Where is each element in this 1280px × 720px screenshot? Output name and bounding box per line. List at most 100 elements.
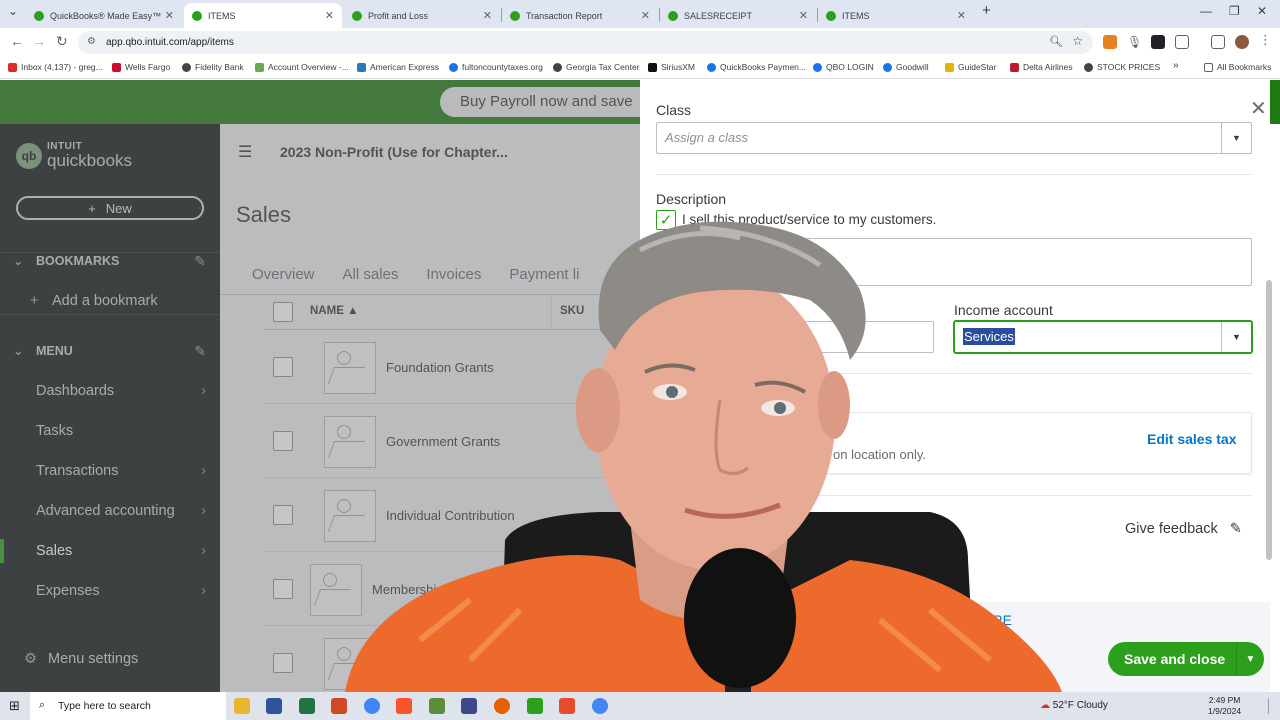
sales-tax-card: Edit sales tax on location only. — [656, 412, 1252, 474]
close-tab-icon[interactable]: ✕ — [641, 9, 650, 22]
taskbar-search[interactable]: ⌕ Type here to search — [30, 692, 226, 720]
bookmark-star-icon[interactable]: ☆ — [1072, 34, 1083, 48]
globe-icon — [449, 62, 458, 72]
description-label: Description — [656, 191, 727, 207]
extensions-puzzle-icon[interactable] — [1175, 35, 1189, 49]
goodwill-icon — [883, 62, 892, 72]
edit-sales-tax-link[interactable]: Edit sales tax — [1147, 431, 1237, 447]
new-tab-icon[interactable]: + — [982, 2, 991, 19]
tab-search-icon[interactable]: ⌄ — [8, 4, 18, 18]
modal-backdrop[interactable] — [0, 80, 640, 692]
gmail-icon — [8, 62, 17, 72]
camtasia-icon[interactable] — [527, 698, 543, 714]
show-more-link[interactable]: MORE — [970, 612, 1012, 628]
firefox-icon[interactable] — [494, 698, 510, 714]
globe-icon — [1084, 62, 1093, 72]
give-feedback-link[interactable]: Give feedback ✎ — [1125, 521, 1242, 537]
search-icon: ⌕ — [39, 699, 46, 711]
guidestar-icon — [945, 62, 954, 72]
zoom-icon[interactable]: 🔍︎ — [1049, 35, 1063, 48]
cloud-icon: ☁ — [1040, 700, 1050, 711]
file-explorer-icon[interactable] — [234, 698, 250, 714]
quickbooks-favicon-icon — [668, 10, 678, 21]
bookmark-stock-prices[interactable]: STOCK PRICES — [1084, 62, 1160, 72]
sell-to-customers-checkbox[interactable]: ✓ — [656, 210, 676, 230]
show-desktop-button[interactable] — [1268, 698, 1278, 714]
address-bar-row: ← → ↻ ⚙ app.qbo.intuit.com/app/items 🔍︎ … — [0, 28, 1280, 57]
tab-transaction-report[interactable]: Transaction Report ✕ — [502, 3, 658, 28]
profile-avatar[interactable] — [1235, 35, 1249, 49]
panel-scrollbar[interactable] — [1266, 280, 1272, 560]
bookmark-qbo-login[interactable]: QBO LOGIN — [813, 62, 874, 72]
reload-icon[interactable]: ↻ — [56, 33, 68, 50]
close-tab-icon[interactable]: ✕ — [325, 9, 334, 22]
minimize-icon[interactable]: — — [1200, 4, 1212, 18]
class-select[interactable]: Assign a class ▼ — [656, 122, 1252, 154]
wells-fargo-icon — [112, 62, 121, 72]
forward-icon[interactable]: → — [32, 33, 46, 49]
bookmark-goodwill[interactable]: Goodwill — [883, 62, 929, 72]
bookmark-guidestar[interactable]: GuideStar — [945, 62, 996, 72]
back-icon[interactable]: ← — [10, 33, 24, 49]
bookmark-delta-airlines[interactable]: Delta Airlines — [1010, 62, 1073, 72]
chrome-icon[interactable] — [364, 698, 380, 714]
bookmark-wells-fargo[interactable]: Wells Fargo — [112, 62, 170, 72]
close-tab-icon[interactable]: ✕ — [483, 9, 492, 22]
close-tab-icon[interactable]: ✕ — [957, 9, 966, 22]
bookmark-fultoncountytaxes[interactable]: fultoncountytaxes.org — [449, 62, 543, 72]
site-info-icon[interactable]: ⚙ — [87, 36, 96, 47]
chevron-down-icon[interactable]: ▼ — [1221, 123, 1251, 153]
close-window-icon[interactable]: ✕ — [1257, 4, 1267, 18]
all-bookmarks[interactable]: All Bookmarks — [1204, 62, 1271, 72]
tab-salesreceipt[interactable]: SALESRECEIPT ✕ — [660, 3, 816, 28]
microphone-icon[interactable]: 🎙︎ — [1127, 35, 1142, 49]
bookmark-account-overview[interactable]: Account Overview -... — [255, 62, 349, 72]
windows-start-icon[interactable]: ⊞ — [9, 698, 20, 714]
save-and-close-button[interactable]: Save and close ▼ — [1108, 642, 1264, 676]
bookmark-inbox[interactable]: Inbox (4,137) - greg... — [8, 62, 103, 72]
app-icon[interactable] — [429, 698, 445, 714]
metamask-extension-icon[interactable] — [1103, 35, 1117, 49]
globe-icon — [182, 62, 191, 72]
bookmark-siriusxm[interactable]: SiriusXM — [648, 62, 695, 72]
app-icon[interactable] — [461, 698, 477, 714]
bookmark-american-express[interactable]: American Express — [357, 62, 439, 72]
quickbooks-favicon-icon — [826, 10, 836, 21]
tab-profit-and-loss[interactable]: Profit and Loss ✕ — [344, 3, 500, 28]
side-panel-icon[interactable] — [1211, 35, 1225, 49]
close-tab-icon[interactable]: ✕ — [799, 9, 808, 22]
browser-menu-icon[interactable]: ⋮ — [1259, 32, 1273, 47]
section-divider — [656, 373, 1252, 374]
bookmark-quickbooks-payments[interactable]: QuickBooks Paymen... — [707, 62, 806, 72]
tab-quickbooks-made-easy[interactable]: QuickBooks® Made Easy™ Trai ✕ — [26, 3, 182, 28]
restore-icon[interactable]: ❐ — [1229, 4, 1240, 18]
chevron-down-icon[interactable]: ▼ — [1221, 322, 1251, 352]
bookmark-georgia-tax-center[interactable]: Georgia Tax Center — [553, 62, 640, 72]
clock[interactable]: 2:49 PM 1/9/2024 — [1208, 695, 1241, 717]
feedback-icon: ✎ — [1229, 521, 1242, 537]
chrome-active-icon[interactable] — [592, 698, 608, 714]
tab-items-2[interactable]: ITEMS ✕ — [818, 3, 974, 28]
bookmarks-overflow-icon[interactable]: » — [1173, 60, 1179, 71]
sell-to-customers-label: I sell this product/service to my custom… — [682, 212, 937, 227]
tab-items-active[interactable]: ITEMS ✕ — [184, 3, 342, 28]
close-icon[interactable]: ✕ — [1250, 96, 1267, 121]
close-tab-icon[interactable]: ✕ — [165, 9, 174, 22]
chevron-down-icon[interactable]: ▼ — [1236, 642, 1264, 676]
word-icon[interactable] — [266, 698, 282, 714]
excel-icon[interactable] — [299, 698, 315, 714]
income-account-select[interactable]: Services ▼ — [954, 321, 1252, 353]
sales-price-field[interactable] — [656, 321, 934, 353]
globe-icon — [707, 62, 716, 72]
income-account-label: Income account — [954, 302, 1053, 318]
powerpoint-icon[interactable] — [331, 698, 347, 714]
url-field[interactable]: ⚙ app.qbo.intuit.com/app/items 🔍︎ ☆ — [78, 31, 1093, 54]
brave-icon[interactable] — [396, 698, 412, 714]
app-icon[interactable] — [559, 698, 575, 714]
extension-icon[interactable] — [1151, 35, 1165, 49]
sales-description-textarea[interactable] — [656, 238, 1252, 286]
class-label: Class — [656, 102, 692, 118]
tab-strip: ⌄ QuickBooks® Made Easy™ Trai ✕ ITEMS ✕ … — [0, 0, 1280, 28]
bookmark-fidelity-bank[interactable]: Fidelity Bank — [182, 62, 244, 72]
weather-widget[interactable]: ☁ 52°F Cloudy — [1040, 700, 1108, 711]
